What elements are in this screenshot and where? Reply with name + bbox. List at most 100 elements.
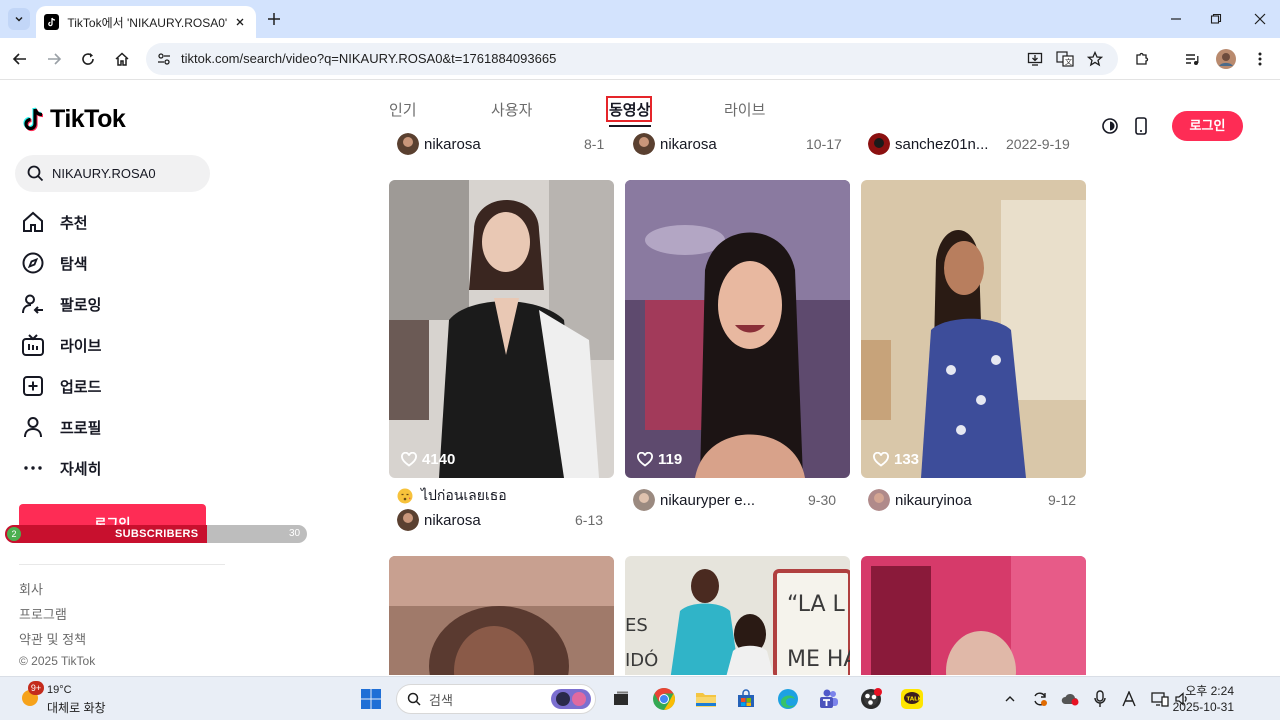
close-tab-icon[interactable] (233, 14, 248, 30)
address-bar[interactable]: tiktok.com/search/video?q=NIKAURY.ROSA0&… (146, 43, 1118, 75)
svg-text:TALK: TALK (907, 697, 923, 703)
get-app-phone-icon[interactable] (1134, 117, 1148, 135)
video-card[interactable] (861, 556, 1086, 675)
tab-popular[interactable]: 인기 (389, 99, 417, 120)
video-card[interactable] (389, 556, 614, 675)
video-thumbnail (389, 180, 614, 478)
install-app-icon[interactable] (1025, 49, 1045, 69)
footer-link-company[interactable]: 회사 (19, 579, 43, 598)
sidebar-item-live[interactable]: 라이브 (20, 330, 220, 360)
svg-text:“LA L: “LA L (787, 592, 846, 617)
username: sanchez01n... (895, 135, 989, 153)
translate-icon[interactable]: 文 (1055, 49, 1075, 69)
caption-text: ไปก่อนเลยเธอ (421, 487, 507, 503)
video-card[interactable]: 119 (625, 180, 850, 478)
video-meta-row[interactable]: nikarosa (397, 507, 481, 533)
dark-mode-icon[interactable] (1101, 117, 1119, 135)
browser-tab[interactable]: TikTok에서 'NIKAURY.ROSA0' 검색 (36, 6, 256, 38)
site-settings-icon[interactable] (156, 51, 172, 67)
svg-text:文: 文 (1065, 57, 1072, 66)
upload-plus-icon (20, 373, 46, 399)
svg-text:IDÓ: IDÓ (625, 649, 658, 671)
footer-link-terms[interactable]: 약관 및 정책 (19, 629, 86, 648)
avatar (397, 133, 419, 155)
post-date: 9-12 (1048, 492, 1077, 508)
subscriber-goal-count: 30 (289, 528, 301, 539)
edge-icon[interactable] (774, 685, 802, 713)
chrome-taskbar-icon[interactable] (650, 685, 678, 713)
bookmark-star-icon[interactable] (1085, 49, 1105, 69)
cloud-tray-icon[interactable] (1056, 685, 1084, 713)
nav-label: 업로드 (60, 378, 102, 396)
like-count: 133 (873, 451, 919, 468)
video-meta-row[interactable]: nikauryinoa (868, 487, 972, 513)
kissing-face-emoji-icon (397, 488, 413, 504)
task-view-icon[interactable] (607, 685, 635, 713)
video-caption[interactable]: ไปก่อนเลยเธอ (397, 485, 507, 507)
kakaotalk-icon[interactable]: TALK (898, 685, 926, 713)
video-meta-row[interactable]: sanchez01n... (868, 131, 988, 157)
sidebar-item-following[interactable]: 팔로잉 (20, 289, 220, 319)
new-tab-plus-icon[interactable] (264, 9, 284, 29)
more-dots-icon (20, 455, 46, 481)
restore-icon[interactable] (1206, 9, 1226, 29)
tab-live[interactable]: 라이브 (724, 99, 765, 120)
video-card[interactable]: 133 (861, 180, 1086, 478)
media-controls-icon[interactable] (1182, 49, 1202, 69)
chrome-menu-icon[interactable] (1250, 49, 1270, 69)
weather-widget[interactable]: 9+ (18, 681, 44, 709)
sidebar-item-upload[interactable]: 업로드 (20, 371, 220, 401)
weather-badge: 9+ (28, 681, 44, 695)
reload-icon[interactable] (78, 49, 98, 69)
teams-icon[interactable] (814, 685, 842, 713)
active-tab-underline (609, 125, 651, 127)
forward-arrow-icon[interactable] (44, 49, 64, 69)
like-count: 119 (637, 451, 682, 468)
input-method-icon[interactable] (1115, 685, 1143, 713)
search-icon (407, 692, 421, 706)
extensions-puzzle-icon[interactable] (1132, 49, 1152, 69)
minimize-icon[interactable] (1166, 9, 1186, 29)
tab-search-dropdown-icon[interactable] (8, 8, 30, 30)
microsoft-store-icon[interactable] (732, 685, 760, 713)
tab-users[interactable]: 사용자 (491, 99, 532, 120)
footer-link-programs[interactable]: 프로그램 (19, 604, 67, 623)
video-card[interactable]: 4140 (389, 180, 614, 478)
taskbar-search-placeholder: 검색 (429, 692, 453, 708)
back-arrow-icon[interactable] (10, 49, 30, 69)
home-icon[interactable] (112, 49, 132, 69)
post-date: 9-30 (808, 492, 837, 508)
video-meta-row[interactable]: nikarosa (397, 131, 481, 157)
tiktok-logo[interactable]: TikTok (22, 105, 126, 134)
heart-icon (637, 452, 653, 467)
taskbar-search-input[interactable]: 검색 (396, 684, 596, 714)
subscriber-label: SUBSCRIBERS (115, 528, 199, 540)
compass-icon (20, 250, 46, 276)
microphone-icon[interactable] (1086, 685, 1114, 713)
close-window-icon[interactable] (1250, 9, 1270, 29)
video-thumbnail (861, 556, 1086, 675)
sync-tray-icon[interactable] (1026, 685, 1054, 713)
url-text: tiktok.com/search/video?q=NIKAURY.ROSA0&… (181, 51, 557, 66)
header-login-button[interactable]: 로그인 (1172, 111, 1243, 141)
show-hidden-icons-chevron-icon[interactable] (996, 685, 1024, 713)
nav-label: 탐색 (60, 255, 88, 273)
taskbar-clock[interactable]: 오후 2:24 2025-10-31 (1173, 683, 1234, 715)
sidebar-item-more[interactable]: 자세히 (20, 453, 220, 483)
username: nikauryinoa (895, 491, 972, 509)
profile-avatar[interactable] (1216, 49, 1236, 69)
video-meta-row[interactable]: nikauryper e... (633, 487, 755, 513)
video-thumbnail (861, 180, 1086, 478)
sidebar-item-profile[interactable]: 프로필 (20, 412, 220, 442)
search-input[interactable]: NIKAURY.ROSA0 (15, 155, 210, 192)
avatar (868, 133, 890, 155)
video-meta-row[interactable]: nikarosa (633, 131, 717, 157)
file-explorer-icon[interactable] (692, 685, 720, 713)
video-thumbnail: “LA L ME HA ES IDÓ (625, 556, 850, 675)
video-card[interactable]: “LA L ME HA ES IDÓ (625, 556, 850, 675)
obs-recording-icon[interactable] (857, 685, 885, 713)
windows-start-icon[interactable] (357, 685, 385, 713)
tiktok-note-icon (23, 106, 44, 131)
sidebar-item-explore[interactable]: 탐색 (20, 248, 220, 278)
sidebar-item-recommended[interactable]: 추천 (20, 207, 220, 237)
